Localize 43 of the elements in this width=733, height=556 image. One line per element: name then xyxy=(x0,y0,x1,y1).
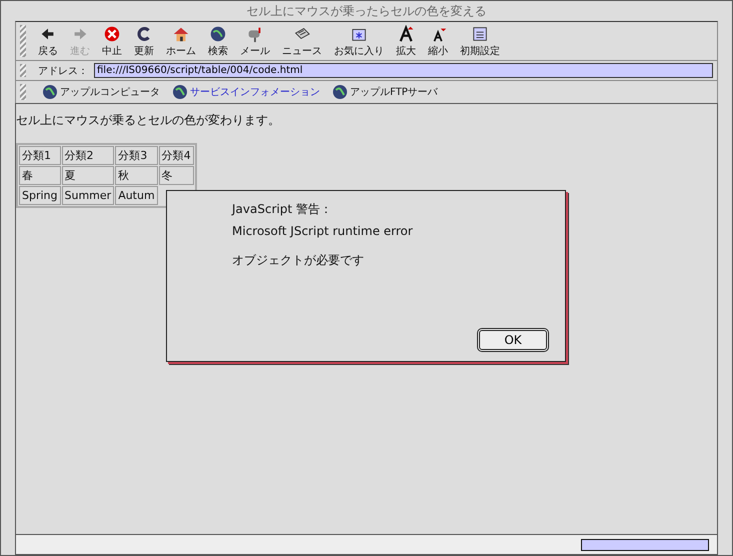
table-cell: 秋 xyxy=(115,166,158,185)
table-cell: 冬 xyxy=(158,166,194,185)
toolbar-button[interactable]: 拡大 xyxy=(392,24,420,58)
table-cell: Summer xyxy=(62,186,114,205)
globe-icon xyxy=(42,84,58,100)
dialog-title: JavaScript 警告： xyxy=(232,201,333,218)
toolbar-button[interactable]: 検索 xyxy=(204,24,232,58)
table-cell: Autum xyxy=(115,186,158,205)
toolbar-button[interactable]: お気に入り xyxy=(330,24,388,58)
ok-button[interactable]: OK xyxy=(477,328,549,352)
table-cell: 分類2 xyxy=(62,146,114,165)
globe-icon xyxy=(172,84,188,100)
address-field[interactable]: file:///IS09660/script/table/004/code.html xyxy=(94,63,713,78)
favorite-link[interactable]: サービスインフォメーション xyxy=(172,84,320,100)
toolbar-button[interactable]: 戻る xyxy=(34,24,62,58)
address-label: アドレス： xyxy=(38,64,88,78)
grip-handle[interactable] xyxy=(20,25,26,57)
grip-handle[interactable] xyxy=(20,84,26,100)
toolbar-button[interactable]: 更新 xyxy=(130,24,158,58)
table-cell: 分類4 xyxy=(158,146,194,165)
table-cell: 分類1 xyxy=(19,146,60,165)
window-title: セル上にマウスが乗ったらセルの色を変える xyxy=(246,2,486,20)
toolbar-button[interactable]: 中止 xyxy=(98,24,126,58)
table-cell: 夏 xyxy=(62,166,114,185)
dialog-message: オブジェクトが必要です xyxy=(232,252,365,269)
list-icon xyxy=(471,24,489,42)
toolbar-button[interactable]: 縮小 xyxy=(424,24,452,58)
stop-icon xyxy=(103,24,121,42)
toolbar-button[interactable]: メール xyxy=(236,24,274,58)
dialog-message: Microsoft JScript runtime error xyxy=(232,224,414,238)
table-cell: 春 xyxy=(19,166,60,185)
toolbar-button[interactable]: ホーム xyxy=(162,24,200,58)
globe-icon xyxy=(209,24,227,42)
table-cell: 分類3 xyxy=(115,146,158,165)
toolbar-button[interactable]: 初期設定 xyxy=(456,24,504,58)
toolbar-button[interactable]: ニュース xyxy=(278,24,326,58)
favorite-link[interactable]: アップルFTPサーバ xyxy=(332,84,438,100)
favorite-link[interactable]: アップルコンピュータ xyxy=(42,84,160,100)
grip-handle[interactable] xyxy=(20,64,26,77)
page-text: セル上にマウスが乗るとセルの色が変わります。 xyxy=(16,112,281,129)
letter-a-icon xyxy=(397,24,415,42)
table-cell: Spring xyxy=(19,186,60,205)
globe-icon xyxy=(332,84,348,100)
